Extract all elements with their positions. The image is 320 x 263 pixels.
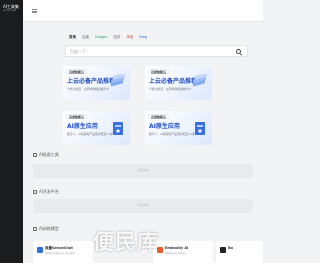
section-header-dev-platforms: AI开发平台	[33, 189, 113, 197]
banner-subtitle: 数字人、AI客服等产品限时低至1.9折	[149, 132, 196, 136]
section-title: AI开发平台	[39, 189, 59, 194]
empty-text: 没有内容	[137, 203, 149, 207]
search-tab-google[interactable]: Google	[95, 33, 107, 41]
banner-badge: 百度智能云	[148, 69, 170, 74]
banner-badge: 百度智能云	[148, 114, 170, 119]
section-title: AI训练模型	[39, 226, 59, 231]
promo-banner[interactable]: 百度智能云 AI原生应用 数字人、AI客服等产品限时低至1.9折	[63, 111, 130, 145]
category-icon	[33, 227, 37, 231]
search-tab-bing[interactable]: Bing	[139, 33, 147, 41]
search-panel: 常用 百度 Google 站内 淘宝 Bing 百度一下	[63, 30, 253, 60]
search-placeholder: 百度一下	[70, 49, 86, 54]
search-tab-site[interactable]: 站内	[113, 33, 120, 41]
tool-description: 中国科技公司开发…	[165, 252, 188, 255]
tool-description: 商汤科技推出的大语言模型…	[45, 252, 78, 255]
tool-logo-icon	[37, 247, 43, 253]
banner-title: 上云必备产品推荐	[67, 78, 116, 85]
top-bar	[23, 0, 263, 22]
promo-banner[interactable]: 百度智能云 上云必备产品推荐 千帆大模型，立即体验精选推荐卡	[63, 66, 130, 100]
banner-subtitle: 千帆大模型，立即体验精选推荐卡	[149, 87, 191, 91]
tool-description: …	[228, 251, 231, 254]
category-icon	[33, 153, 37, 157]
cloud-stack-icon	[193, 74, 207, 87]
empty-text: 没有内容	[137, 168, 149, 172]
ai-device-icon	[113, 122, 123, 135]
tool-card[interactable]: Bo …	[216, 241, 263, 263]
banner-title: AI原生应用	[149, 123, 180, 130]
ai-device-icon	[195, 122, 205, 135]
search-icon[interactable]	[236, 49, 241, 54]
banner-badge: 百度智能云	[66, 114, 88, 119]
logo-subtitle: ai-tool.site	[3, 9, 17, 12]
search-tab-common[interactable]: 常用	[69, 33, 76, 41]
banner-subtitle: 数字人、AI客服等产品限时低至1.9折	[67, 132, 114, 136]
sidebar: AI工具集 ai-tool.site	[0, 0, 23, 263]
tool-card[interactable]: 商量SenseChat 商汤科技推出的大语言模型…	[33, 241, 93, 263]
search-tab-baidu[interactable]: 百度	[82, 33, 89, 41]
section-header-drawing-tools: AI绘画工具	[33, 152, 113, 160]
promo-banner[interactable]: 百度智能云 上云必备产品推荐 千帆大模型，立即体验精选推荐卡	[145, 66, 212, 100]
cloud-stack-icon	[111, 74, 125, 87]
search-input[interactable]: 百度一下	[65, 45, 248, 57]
tool-name: Embodily AI	[165, 246, 189, 250]
empty-placeholder: 没有内容	[33, 164, 253, 178]
category-icon	[33, 190, 37, 194]
menu-icon[interactable]	[32, 9, 37, 13]
banner-subtitle: 千帆大模型，立即体验精选推荐卡	[67, 87, 109, 91]
banner-title: AI原生应用	[67, 123, 98, 130]
banner-title: 上云必备产品推荐	[149, 78, 198, 85]
tool-card[interactable]: Embodily AI 中国科技公司开发…	[153, 241, 213, 263]
section-title: AI绘画工具	[39, 152, 59, 157]
tool-logo-icon	[220, 247, 226, 253]
tool-name: Bo	[228, 246, 234, 250]
watermark: 便民库	[93, 230, 159, 254]
empty-placeholder: 没有内容	[33, 199, 253, 213]
search-tab-taobao[interactable]: 淘宝	[126, 33, 133, 41]
search-engine-tabs: 常用 百度 Google 站内 淘宝 Bing	[69, 33, 153, 41]
promo-banner[interactable]: 百度智能云 AI原生应用 数字人、AI客服等产品限时低至1.9折	[145, 111, 212, 145]
banner-badge: 百度智能云	[66, 69, 88, 74]
